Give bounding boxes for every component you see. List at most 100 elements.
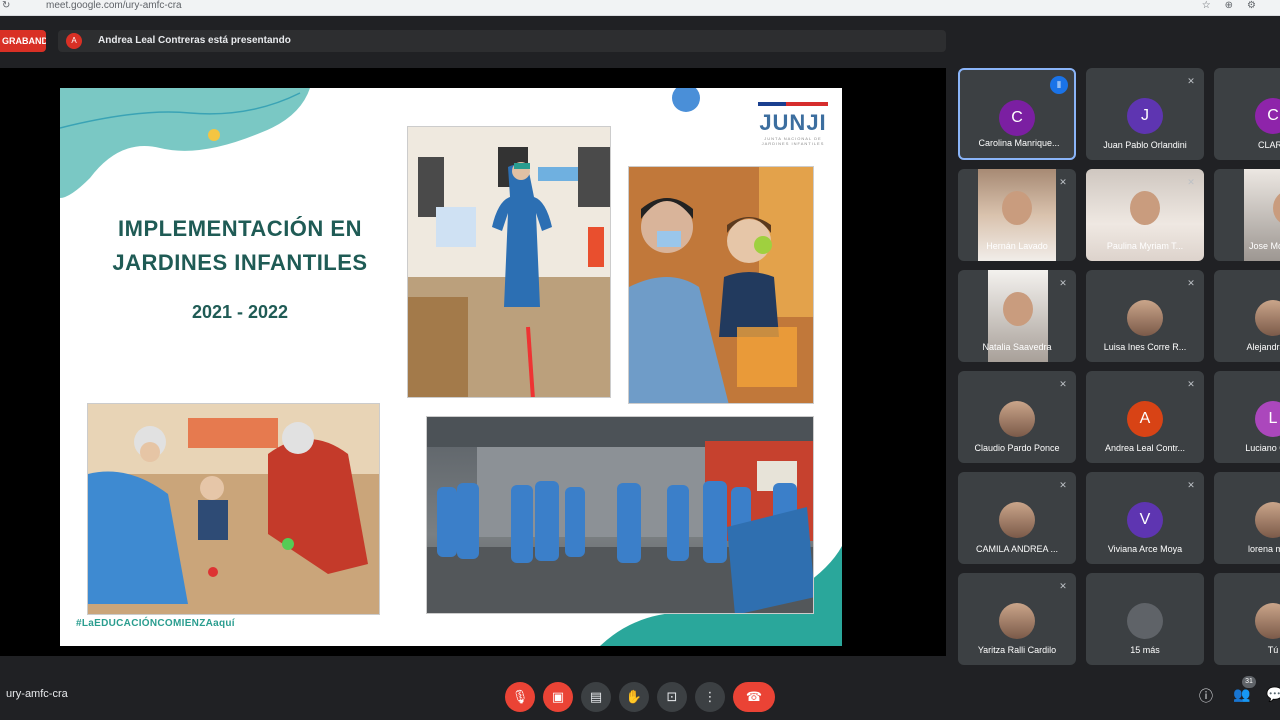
mic-muted-icon: ✕: [1187, 278, 1195, 288]
mic-muted-icon: ✕: [1059, 278, 1067, 288]
slide-title-line1: IMPLEMENTACIÓN EN: [118, 216, 362, 241]
meeting-code: ury-amfc-cra: [6, 688, 68, 700]
photo-staff-group-outside: [426, 416, 814, 614]
phone-hangup-icon: ☎: [745, 689, 763, 704]
participant-name: lorena mar...: [1247, 544, 1280, 554]
participant-tile[interactable]: C ⦀ Carolina Manrique...: [958, 68, 1076, 160]
mic-muted-icon: ✕: [1059, 480, 1067, 490]
yellow-dot: [208, 129, 220, 141]
captions-icon: ▤: [589, 689, 603, 704]
photo-classroom-worker: [407, 126, 611, 398]
participant-avatar: [1127, 300, 1163, 336]
more-vert-icon: ⋮: [703, 689, 717, 704]
participant-tile[interactable]: ✕ Luisa Ines Corre R...: [1086, 270, 1204, 362]
recording-badge: GRABANDO: [0, 30, 46, 52]
participant-avatar: [999, 401, 1035, 437]
people-icon[interactable]: 👥: [1233, 686, 1250, 703]
photo-3-scene: [88, 404, 379, 614]
browser-address-bar: ↻ meet.google.com/ury-amfc-cra ☆⊕⚙: [0, 0, 1280, 16]
url-text[interactable]: meet.google.com/ury-amfc-cra: [46, 0, 182, 12]
participant-tile[interactable]: ✕ Paulina Myriam T...: [1086, 169, 1204, 261]
participant-tile[interactable]: ✕ Hernán Lavado: [958, 169, 1076, 261]
participant-tile[interactable]: V ✕ Viviana Arce Moya: [1086, 472, 1204, 564]
participant-name: CAMILA ANDREA ...: [975, 544, 1059, 554]
participant-face: [1130, 191, 1160, 225]
participant-tile[interactable]: 15 más: [1086, 573, 1204, 665]
participant-name: Carolina Manrique...: [978, 138, 1060, 148]
participant-avatar: V: [1127, 502, 1163, 538]
participant-tile[interactable]: A ✕ Andrea Leal Contr...: [1086, 371, 1204, 463]
participant-name: Tú: [1267, 645, 1279, 655]
photo-2-scene: [629, 167, 813, 403]
more-options-button[interactable]: ⋮: [695, 682, 725, 712]
participant-avatar: [1127, 603, 1163, 639]
camera-toggle-button[interactable]: ▣: [543, 682, 573, 712]
participant-tile[interactable]: ✕Jose Molina: [1214, 169, 1280, 261]
photo-worker-with-child: [628, 166, 814, 404]
photo-workers-playing-with-child: [87, 403, 380, 615]
logo-subtitle: JUNTA NACIONAL DE JARDINES INFANTILES: [761, 136, 825, 146]
hang-up-button[interactable]: ☎: [733, 682, 775, 712]
participant-name: 15 más: [1130, 645, 1160, 655]
participant-tile[interactable]: ✕lorena mar...: [1214, 472, 1280, 564]
present-button[interactable]: ⊡: [657, 682, 687, 712]
participant-avatar: [1255, 603, 1280, 639]
blue-dot: [672, 88, 700, 112]
presentation-stage: JUNJI JUNTA NACIONAL DE JARDINES INFANTI…: [0, 68, 946, 664]
participant-avatar: C: [999, 100, 1035, 136]
participant-avatar: C: [1255, 98, 1280, 134]
participant-tile[interactable]: J ✕ Juan Pablo Orlandini: [1086, 68, 1204, 160]
slide-hashtag: #LaEDUCACIÓNCOMIENZAaquí: [76, 618, 235, 629]
presenter-text: Andrea Leal Contreras está presentando: [98, 35, 291, 46]
participant-name: Luciano Car...: [1245, 443, 1280, 453]
junji-logo: JUNJI JUNTA NACIONAL DE JARDINES INFANTI…: [758, 102, 828, 146]
mic-muted-icon: ✕: [1059, 379, 1067, 389]
slide-title: IMPLEMENTACIÓN EN JARDINES INFANTILES: [90, 212, 390, 280]
participant-name: Yaritza Ralli Cardilo: [977, 645, 1057, 655]
meeting-controls-bar: ury-amfc-cra 🎙 ▣ ▤ ✋ ⊡ ⋮ ☎ ⓘ 👥 31 💬: [0, 670, 1280, 720]
photo-4-scene: [427, 417, 813, 613]
participant-avatar: [1255, 300, 1280, 336]
participant-name: Alejandra L...: [1246, 342, 1280, 352]
slide-title-line2: JARDINES INFANTILES: [112, 250, 368, 275]
raise-hand-button[interactable]: ✋: [619, 682, 649, 712]
participant-tile[interactable]: ✕Alejandra L...: [1214, 270, 1280, 362]
chat-icon[interactable]: 💬: [1266, 686, 1280, 703]
present-icon: ⊡: [666, 689, 678, 704]
people-count-badge: 31: [1242, 676, 1256, 688]
captions-button[interactable]: ▤: [581, 682, 611, 712]
participant-tile[interactable]: L✕Luciano Car...: [1214, 371, 1280, 463]
participant-tile[interactable]: Tú: [1214, 573, 1280, 665]
hand-icon: ✋: [625, 689, 643, 704]
recording-label: GRABANDO: [2, 36, 46, 46]
participant-tile[interactable]: ✕ Claudio Pardo Ponce: [958, 371, 1076, 463]
logo-stripes: [758, 102, 828, 106]
reload-icon[interactable]: ↻: [2, 0, 10, 12]
presenter-notice: A Andrea Leal Contreras está presentando: [58, 30, 946, 52]
participant-tile[interactable]: ✕ Yaritza Ralli Cardilo: [958, 573, 1076, 665]
participant-name: Andrea Leal Contr...: [1104, 443, 1186, 453]
mic-muted-icon: ✕: [1187, 177, 1195, 187]
participant-avatar: L: [1255, 401, 1280, 437]
photo-1-scene: [408, 127, 610, 397]
participant-name: CLARA: [1257, 140, 1280, 150]
participant-avatar: [1255, 502, 1280, 538]
participant-name: Natalia Saavedra: [982, 342, 1052, 352]
info-icon[interactable]: ⓘ: [1199, 686, 1213, 706]
presenter-avatar: A: [66, 33, 82, 49]
participant-tile[interactable]: ✕ CAMILA ANDREA ...: [958, 472, 1076, 564]
participant-face: [1002, 191, 1032, 225]
participant-name: Jose Molina: [1248, 241, 1280, 251]
participant-avatar: A: [1127, 401, 1163, 437]
mic-muted-icon: ✕: [1187, 379, 1195, 389]
mic-toggle-button[interactable]: 🎙: [505, 682, 535, 712]
browser-toolbar-icons: ☆⊕⚙: [1201, 0, 1270, 11]
mic-muted-icon: ✕: [1187, 480, 1195, 490]
participant-name: Paulina Myriam T...: [1106, 241, 1184, 251]
mic-muted-icon: ✕: [1187, 76, 1195, 86]
speaking-indicator-icon: ⦀: [1050, 76, 1068, 94]
participant-name: Viviana Arce Moya: [1107, 544, 1183, 554]
participant-tile[interactable]: C✕CLARA: [1214, 68, 1280, 160]
meeting-top-bar: GRABANDO A Andrea Leal Contreras está pr…: [0, 22, 1280, 60]
participant-tile[interactable]: ✕ Natalia Saavedra: [958, 270, 1076, 362]
